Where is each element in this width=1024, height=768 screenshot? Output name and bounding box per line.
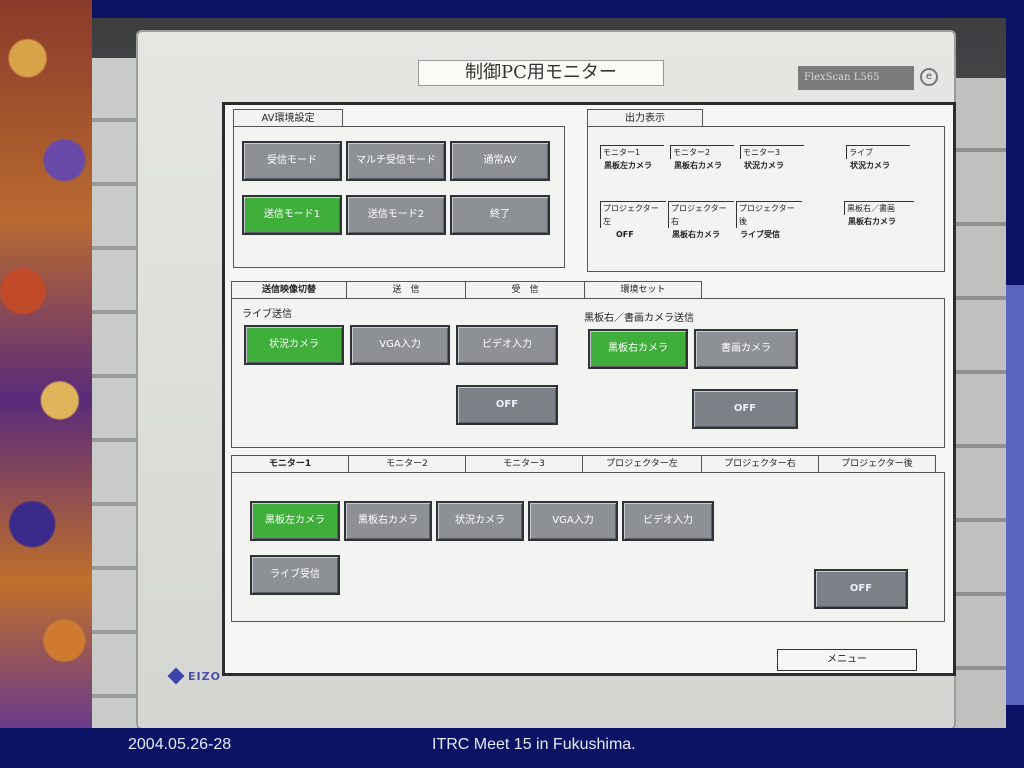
tab-av-settings[interactable]: AV環境設定 <box>233 109 343 127</box>
output-value: 黒板右カメラ <box>672 230 720 239</box>
output-head: プロジェクター後 <box>736 201 802 228</box>
send-panel: ライブ送信 状況カメラ VGA入力 ビデオ入力 OFF 黒板右／書画カメラ送信 … <box>231 298 945 448</box>
brand-text: EIZO <box>188 670 221 683</box>
send-mode-2-button[interactable]: 送信モード2 <box>346 195 446 235</box>
eizo-mark-icon <box>167 667 185 685</box>
output-monitor-1: モニター1 黒板左カメラ <box>600 145 664 172</box>
tab-monitor-2[interactable]: モニター2 <box>348 455 466 473</box>
output-value: OFF <box>616 230 634 239</box>
output-value: 黒板右カメラ <box>674 161 722 170</box>
live-send-label: ライブ送信 <box>242 309 292 320</box>
brand-logo: EIZO <box>167 667 221 685</box>
send-mode-1-button[interactable]: 送信モード1 <box>242 195 342 235</box>
power-button[interactable]: e <box>920 68 938 86</box>
output-head: モニター2 <box>670 145 734 159</box>
output-value: 状況カメラ <box>850 161 890 170</box>
tab-monitor-3[interactable]: モニター3 <box>465 455 583 473</box>
tab-projector-right[interactable]: プロジェクター右 <box>701 455 819 473</box>
board-send-label: 黒板右／書画カメラ送信 <box>584 313 694 324</box>
photo-frame: 制御PC用モニター FlexScan L565 e EIZO AV環境設定 受信… <box>92 18 1006 728</box>
tab-receive[interactable]: 受 信 <box>465 281 585 299</box>
normal-av-button[interactable]: 通常AV <box>450 141 550 181</box>
output-value: 状況カメラ <box>744 161 784 170</box>
mon-live-receive-button[interactable]: ライブ受信 <box>250 555 340 595</box>
equipment-rack-left <box>92 58 142 728</box>
tab-output-display[interactable]: 出力表示 <box>587 109 703 127</box>
tab-environment-set[interactable]: 環境セット <box>584 281 702 299</box>
output-head: ライブ <box>846 145 910 159</box>
output-value: 黒板右カメラ <box>848 217 896 226</box>
receive-mode-button[interactable]: 受信モード <box>242 141 342 181</box>
av-settings-group: 受信モード マルチ受信モード 通常AV 送信モード1 送信モード2 終了 <box>233 126 565 268</box>
model-badge: FlexScan L565 <box>798 66 914 90</box>
live-vga-input-button[interactable]: VGA入力 <box>350 325 450 365</box>
send-tabbar: 送信映像切替 送 信 受 信 環境セット <box>231 281 702 299</box>
live-video-input-button[interactable]: ビデオ入力 <box>456 325 558 365</box>
output-projector-left: プロジェクター左 OFF <box>600 201 666 241</box>
multi-receive-mode-button[interactable]: マルチ受信モード <box>346 141 446 181</box>
output-head: プロジェクター右 <box>668 201 734 228</box>
output-value: ライブ受信 <box>740 230 780 239</box>
output-monitor-2: モニター2 黒板右カメラ <box>670 145 734 172</box>
output-head: モニター1 <box>600 145 664 159</box>
output-board-right-doc: 黒板右／書画黒板右カメラ <box>844 201 914 228</box>
monitor-bezel: 制御PC用モニター FlexScan L565 e EIZO AV環境設定 受信… <box>136 30 956 728</box>
mon-vga-input-button[interactable]: VGA入力 <box>528 501 618 541</box>
monitor-panel: 黒板左カメラ 黒板右カメラ 状況カメラ VGA入力 ビデオ入力 ライブ受信 OF… <box>231 472 945 622</box>
mon-board-right-camera-button[interactable]: 黒板右カメラ <box>344 501 432 541</box>
tab-projector-left[interactable]: プロジェクター左 <box>582 455 702 473</box>
live-status-camera-button[interactable]: 状況カメラ <box>244 325 344 365</box>
output-projector-right: プロジェクター右黒板右カメラ <box>668 201 734 241</box>
mon-off-button[interactable]: OFF <box>814 569 908 609</box>
output-display-group: モニター1 黒板左カメラ モニター2 黒板右カメラ モニター3 状況カメラ ライブ状況… <box>587 126 945 272</box>
tab-send[interactable]: 送 信 <box>346 281 466 299</box>
output-live: ライブ状況カメラ <box>846 145 910 172</box>
output-projector-rear: プロジェクター後ライブ受信 <box>736 201 802 241</box>
mon-status-camera-button[interactable]: 状況カメラ <box>436 501 524 541</box>
board-right-camera-button[interactable]: 黒板右カメラ <box>588 329 688 369</box>
output-head: 黒板右／書画 <box>844 201 914 215</box>
footer-date: 2004.05.26-28 <box>128 736 232 753</box>
footer-title: ITRC Meet 15 in Fukushima. <box>432 736 636 753</box>
mon-board-left-camera-button[interactable]: 黒板左カメラ <box>250 501 340 541</box>
mon-video-input-button[interactable]: ビデオ入力 <box>622 501 714 541</box>
monitor-tabbar: モニター1 モニター2 モニター3 プロジェクター左 プロジェクター右 プロジェ… <box>231 455 936 473</box>
decorative-right-strip <box>1006 285 1024 705</box>
output-head: プロジェクター左 <box>600 201 666 228</box>
exit-button[interactable]: 終了 <box>450 195 550 235</box>
menu-button[interactable]: メニュー <box>777 649 917 671</box>
output-head: モニター3 <box>740 145 804 159</box>
monitor-label: 制御PC用モニター <box>418 60 664 86</box>
document-camera-button[interactable]: 書画カメラ <box>694 329 798 369</box>
control-screen: AV環境設定 受信モード マルチ受信モード 通常AV 送信モード1 送信モード2… <box>222 102 956 676</box>
tab-projector-rear[interactable]: プロジェクター後 <box>818 455 936 473</box>
tab-send-video-switch[interactable]: 送信映像切替 <box>231 281 347 299</box>
live-off-button[interactable]: OFF <box>456 385 558 425</box>
board-off-button[interactable]: OFF <box>692 389 798 429</box>
output-value: 黒板左カメラ <box>604 161 652 170</box>
tab-monitor-1[interactable]: モニター1 <box>231 455 349 473</box>
decorative-collage-strip <box>0 0 92 728</box>
output-monitor-3: モニター3 状況カメラ <box>740 145 804 172</box>
